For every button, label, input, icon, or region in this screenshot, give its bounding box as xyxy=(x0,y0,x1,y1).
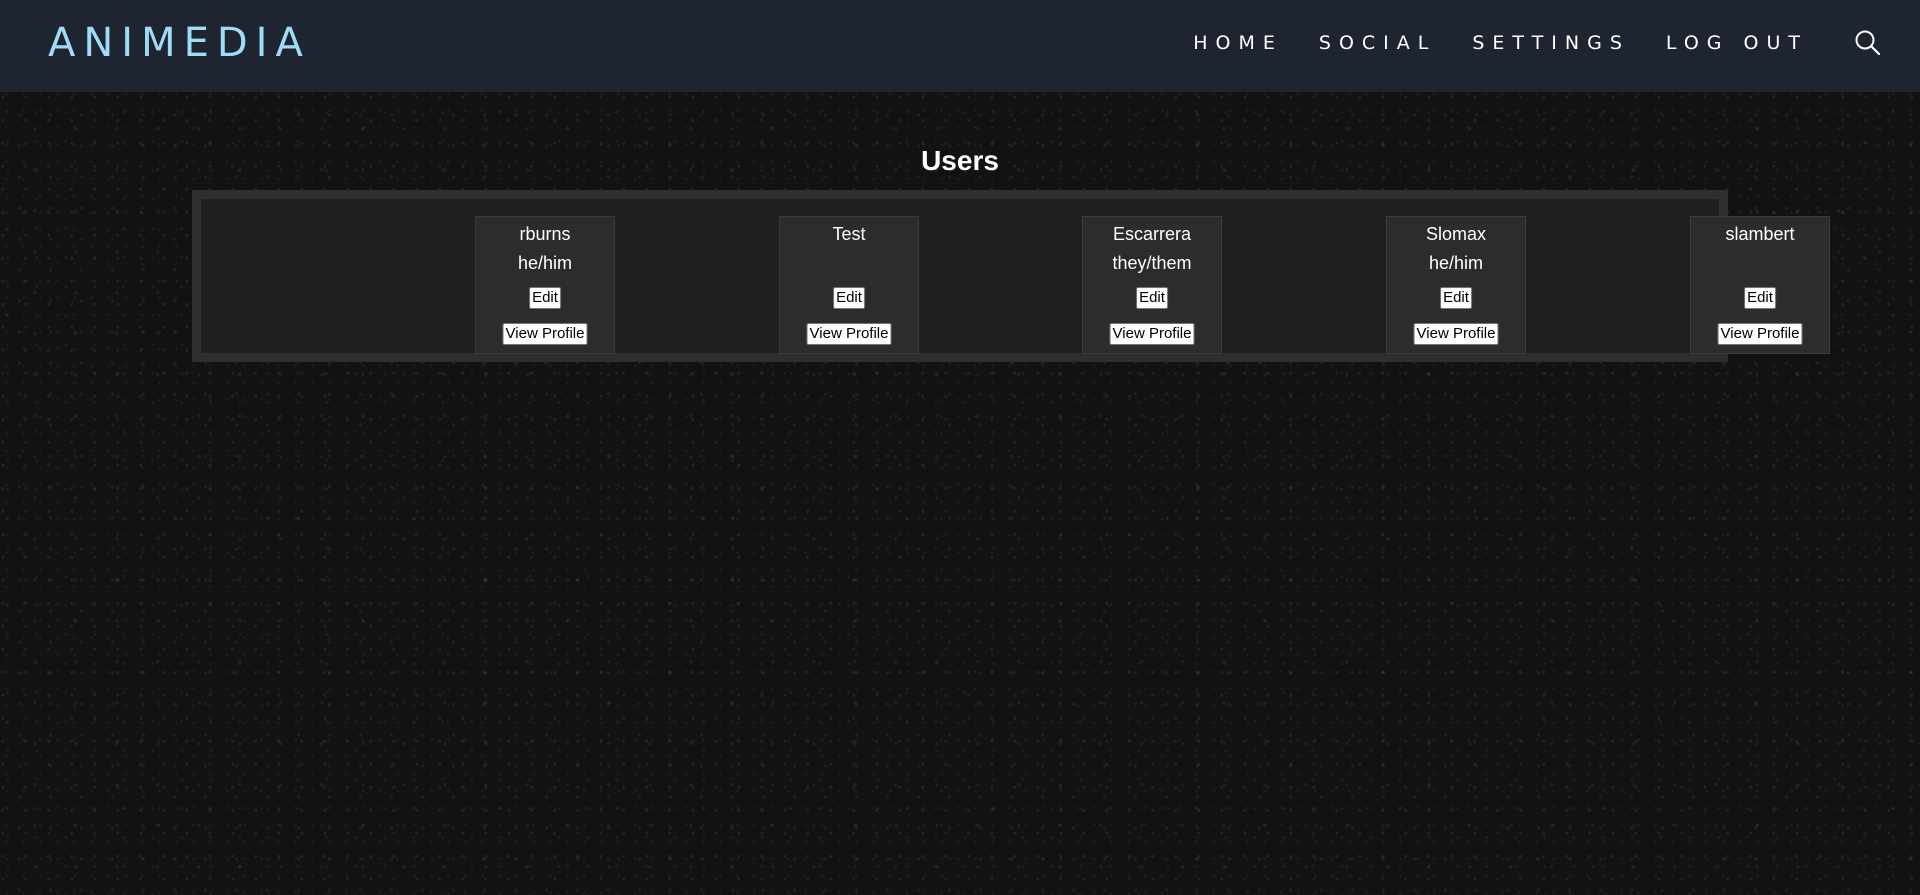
edit-user-button[interactable]: Edit xyxy=(1136,287,1168,309)
user-name: rburns xyxy=(519,224,571,244)
users-panel: rburns he/him Edit View Profile Test Edi… xyxy=(192,190,1830,362)
nav-settings-link[interactable]: SETTINGS xyxy=(1472,32,1630,54)
user-name: Test xyxy=(832,224,866,244)
user-pronouns: he/him xyxy=(1428,253,1484,273)
view-profile-button[interactable]: View Profile xyxy=(1109,323,1195,345)
view-profile-button[interactable]: View Profile xyxy=(1717,323,1803,345)
user-card: Slomax he/him Edit View Profile xyxy=(1386,216,1526,354)
user-card: slambert Edit View Profile xyxy=(1690,216,1830,354)
top-navbar: ANIMEDIA HOME SOCIAL SETTINGS LOG OUT xyxy=(0,0,1920,92)
view-profile-button[interactable]: View Profile xyxy=(1413,323,1499,345)
edit-user-button[interactable]: Edit xyxy=(1744,287,1776,309)
nav-logout-link[interactable]: LOG OUT xyxy=(1666,32,1808,54)
page-title: Users xyxy=(921,145,999,176)
user-pronouns: they/them xyxy=(1112,253,1192,273)
nav-links: HOME SOCIAL SETTINGS LOG OUT xyxy=(1157,32,1808,54)
site-logo[interactable]: ANIMEDIA xyxy=(48,20,311,66)
edit-user-button[interactable]: Edit xyxy=(833,287,865,309)
user-name: slambert xyxy=(1725,224,1795,244)
search-icon[interactable] xyxy=(1854,29,1882,57)
user-card: rburns he/him Edit View Profile xyxy=(475,216,615,354)
edit-user-button[interactable]: Edit xyxy=(529,287,561,309)
user-name: Escarrera xyxy=(1112,224,1192,244)
user-name: Slomax xyxy=(1425,224,1487,244)
nav-home-link[interactable]: HOME xyxy=(1193,32,1283,54)
user-card: Escarrera they/them Edit View Profile xyxy=(1082,216,1222,354)
view-profile-button[interactable]: View Profile xyxy=(806,323,892,345)
view-profile-button[interactable]: View Profile xyxy=(502,323,588,345)
user-card: Test Edit View Profile xyxy=(779,216,919,354)
edit-user-button[interactable]: Edit xyxy=(1440,287,1472,309)
nav-social-link[interactable]: SOCIAL xyxy=(1319,32,1436,54)
user-pronouns: he/him xyxy=(517,253,573,273)
